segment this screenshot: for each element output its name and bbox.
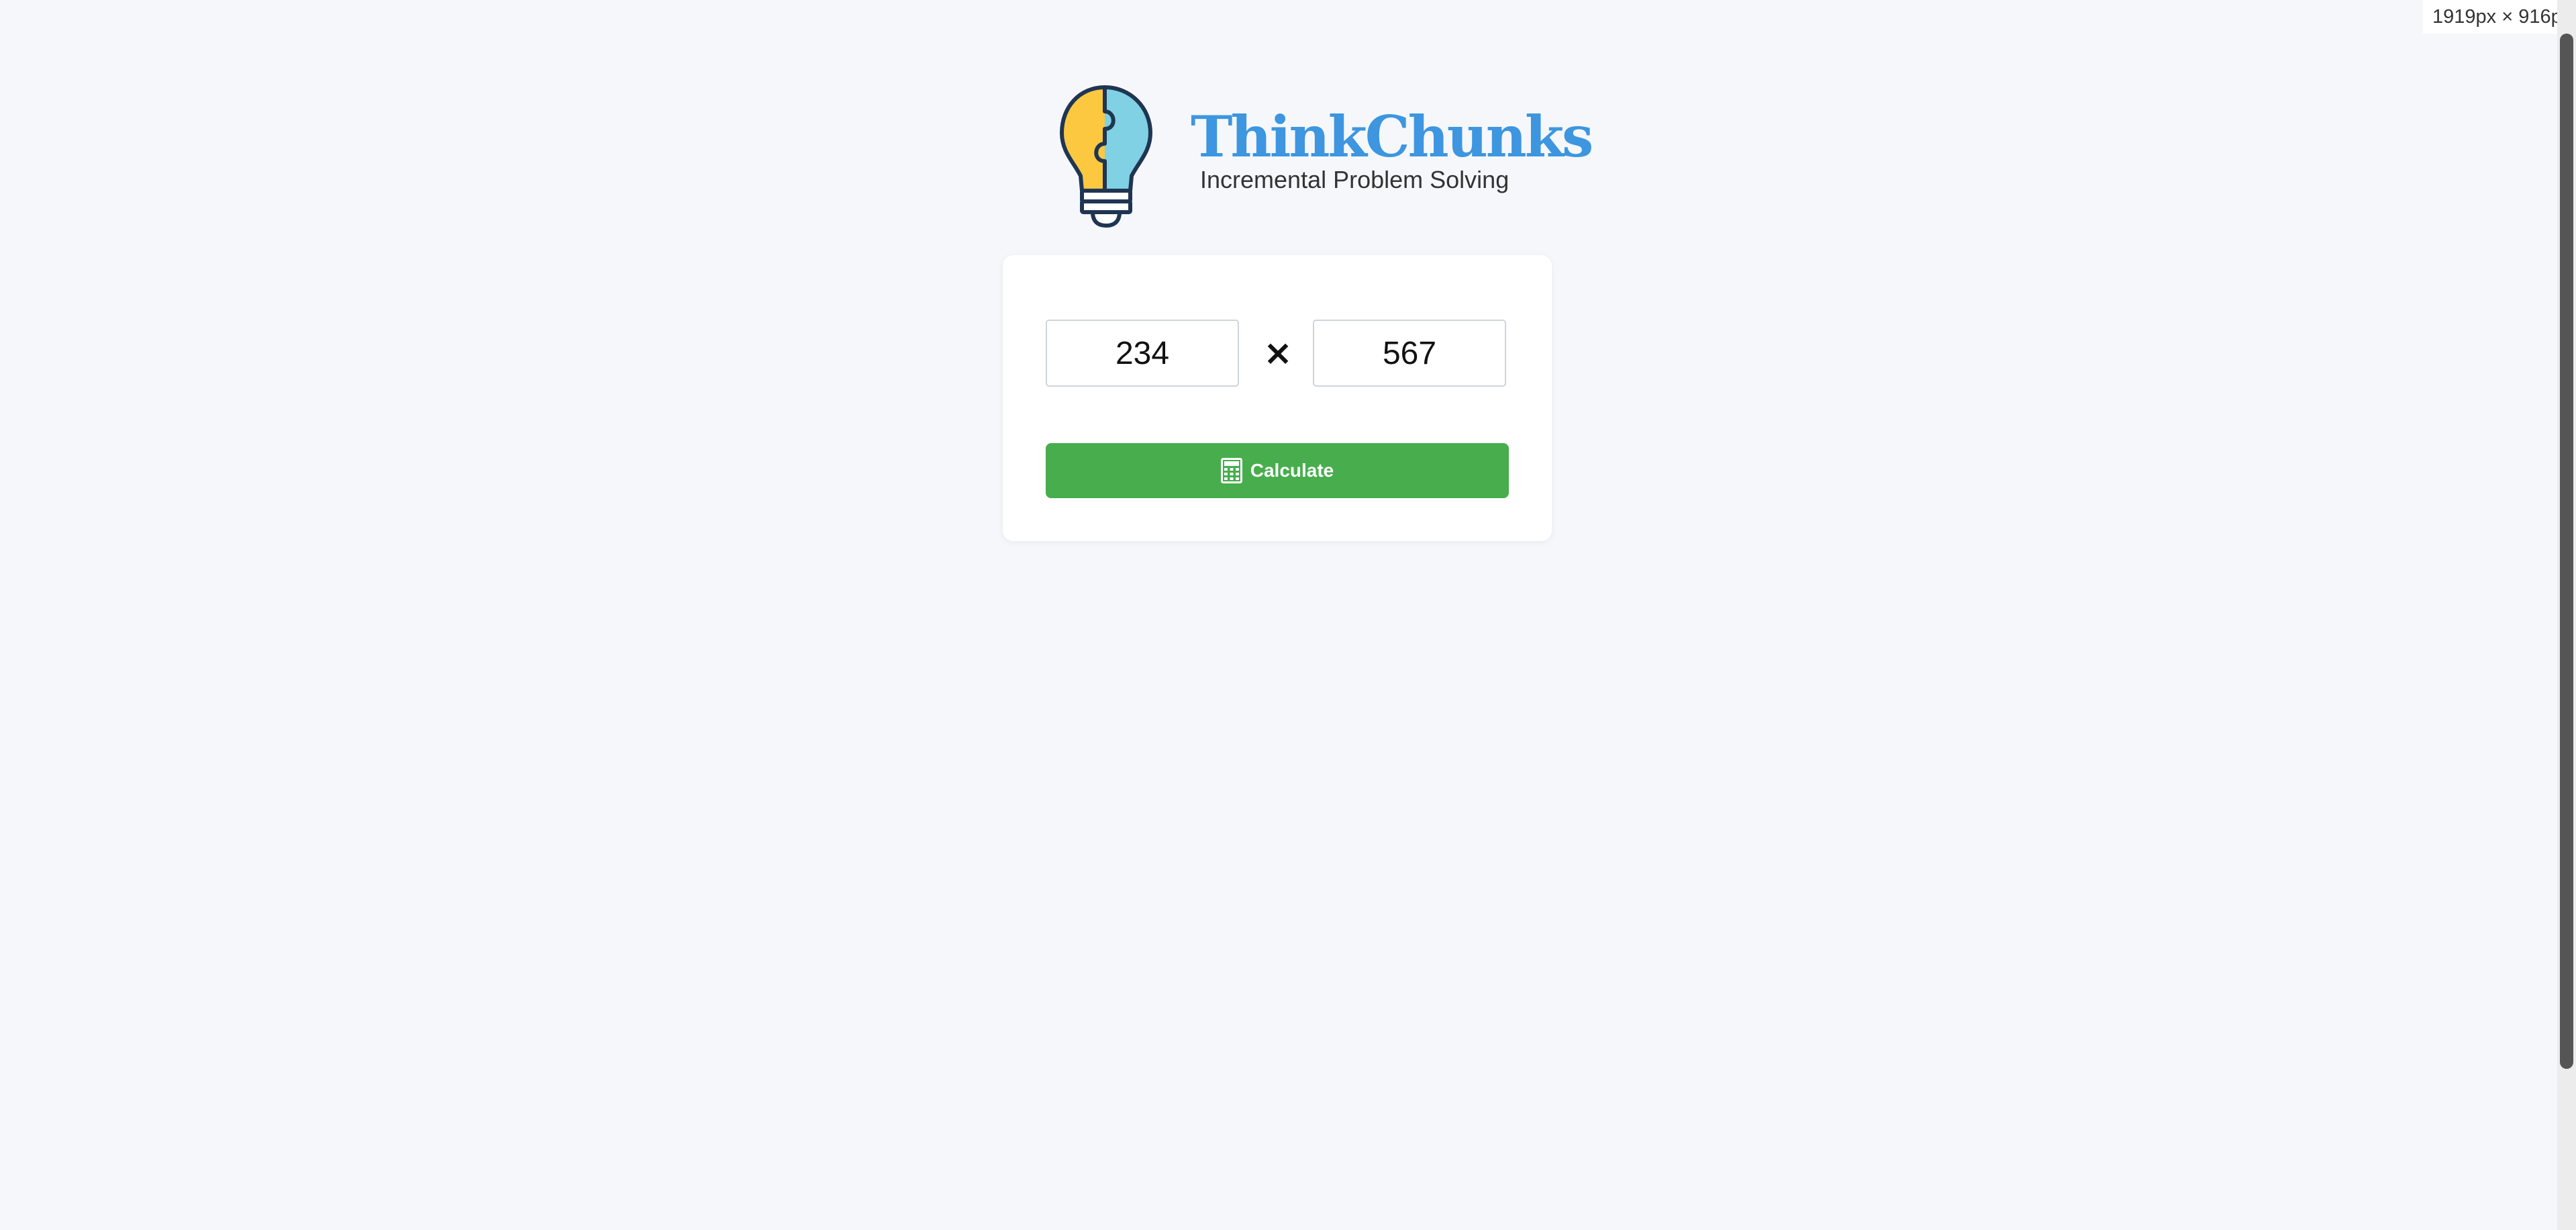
brand-name: ThinkChunks [1191, 103, 1593, 170]
second-number-input[interactable] [1313, 320, 1506, 387]
scrollbar[interactable] [2557, 0, 2576, 1230]
brand-tagline: Incremental Problem Solving [1200, 166, 1509, 193]
calculate-button-label: Calculate [1250, 460, 1334, 481]
multiply-symbol: × [1263, 333, 1293, 373]
lightbulb-puzzle-icon [1060, 85, 1152, 228]
calculate-button[interactable]: Calculate [1046, 443, 1509, 498]
first-number-input[interactable] [1046, 320, 1239, 387]
calculator-card: × Calculate [1003, 255, 1552, 541]
logo: ThinkChunks Incremental Problem Solving [1058, 82, 1593, 230]
calculator-icon [1220, 458, 1242, 483]
scrollbar-thumb[interactable] [2560, 34, 2573, 1069]
viewport-size-badge: 1919px × 916px [2423, 0, 2576, 34]
